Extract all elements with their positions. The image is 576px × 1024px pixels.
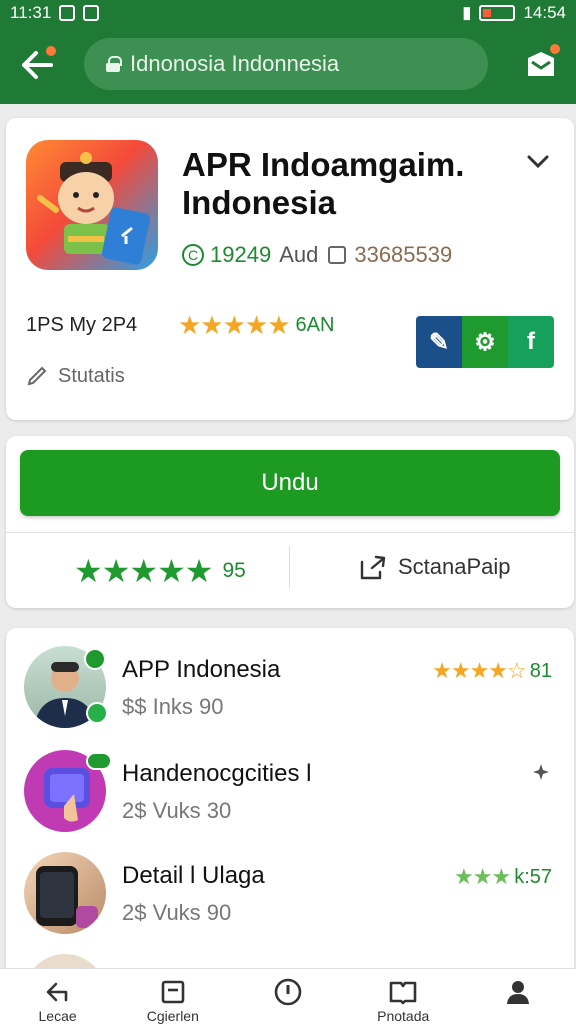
list-item-subtitle: 2$ Vuks 30 (122, 798, 232, 823)
app-download-count: 33685539 (354, 242, 453, 267)
nav-info[interactable] (230, 969, 345, 1024)
download-button[interactable]: Undu (20, 450, 560, 516)
pencil-button[interactable]: ✎ (416, 316, 462, 368)
status-time: 11:31 (10, 3, 52, 22)
nav-profile[interactable] (461, 969, 576, 1024)
list-item-title: Handenocgcities l (122, 760, 312, 787)
list-item-subtitle: $$ Inks 90 (122, 694, 224, 719)
status-label: Stutatis (58, 364, 125, 387)
nav-documents[interactable]: Cgierlen (115, 969, 230, 1024)
bottom-navigation: Lecae Cgierlen Pnotada (0, 968, 576, 1024)
character-illustration (37, 152, 151, 265)
smartphone-illustration (36, 866, 98, 928)
related-apps-list: APP Indonesia $$ Inks 90 ★★★★☆ 81 Handen… (6, 628, 574, 1024)
list-item-rating[interactable] (530, 762, 552, 786)
status-bar: 11:31 ▮ 14:54 (0, 0, 576, 26)
app-meta: C 19249 Aud 33685539 (182, 242, 452, 268)
pencil-icon: ✎ (428, 328, 450, 356)
signal-icon: ▮ (462, 3, 472, 22)
edit-icon (27, 366, 47, 386)
app-version: 19249 (210, 242, 272, 267)
back-button[interactable] (16, 44, 58, 86)
app-type: Aud (279, 242, 319, 267)
nav-back[interactable]: Lecae (0, 969, 115, 1024)
nav-label: Lecae (38, 1008, 77, 1024)
nav-library[interactable]: Pnotada (346, 969, 461, 1024)
address-bar[interactable]: Idnonosia Indonnesia (84, 38, 488, 90)
facebook-icon: f (527, 328, 535, 355)
app-date: 1PS My 2P4 (26, 314, 138, 336)
app-info-card: APR Indoamgaim. Indonesia C 19249 Aud 33… (6, 118, 574, 420)
tabs-button[interactable] (524, 44, 560, 82)
list-item-title: Detail l Ulaga (122, 862, 265, 889)
list-item[interactable]: APP Indonesia $$ Inks 90 ★★★★☆ 81 (6, 628, 574, 728)
document-icon (158, 977, 188, 1006)
rating-stars: ★★★ (454, 864, 511, 889)
battery-icon (479, 5, 516, 21)
rating-value: k:57 (514, 865, 552, 888)
nav-label: Cgierlen (146, 1008, 199, 1024)
divider (6, 532, 574, 533)
status-clock: 14:54 (523, 3, 566, 22)
chat-badge (86, 702, 108, 724)
facebook-button[interactable]: f (508, 316, 554, 368)
list-item[interactable]: Handenocgcities l 2$ Vuks 30 (6, 732, 574, 832)
url-text: Idnonosia Indonnesia (130, 51, 340, 76)
profile-icon (503, 977, 533, 1007)
notification-dot (46, 46, 56, 56)
sparkle-icon (533, 764, 549, 780)
list-item-title: APP Indonesia (122, 656, 281, 683)
photo-notification-icon (83, 5, 100, 21)
list-item-rating: ★★★ k:57 (454, 864, 552, 890)
chevron-down-icon (527, 155, 549, 169)
share-label: SctanaPaip (398, 554, 511, 579)
rating-value: 81 (529, 659, 552, 682)
expand-button[interactable] (524, 148, 552, 176)
back-arrow-icon (43, 977, 73, 1006)
app-title: APR Indoamgaim. Indonesia (182, 146, 465, 221)
verified-badge (84, 648, 106, 670)
app-status: Stutatis (26, 364, 125, 388)
book-icon (388, 977, 418, 1006)
notification-dot (550, 44, 560, 54)
rate-button[interactable]: ★★★★★ 95 (74, 552, 246, 590)
rating-stars: ★★★★★ (74, 553, 213, 589)
gear-button[interactable]: ⚙ (462, 316, 508, 368)
rating-value: 95 (222, 559, 246, 582)
rating-stars: ★★★★☆ (432, 658, 527, 683)
info-icon (273, 977, 303, 1007)
app-notification-icon (59, 5, 76, 21)
app-rating: ★★★★★ 6AN (178, 310, 334, 341)
app-bar: Idnonosia Indonnesia (0, 26, 576, 104)
nav-label: Pnotada (377, 1008, 430, 1024)
lock-icon (106, 56, 122, 72)
action-card: Undu ★★★★★ 95 SctanaPaip (6, 436, 574, 608)
package-icon (328, 246, 347, 264)
tool-buttons: ✎ ⚙ f (416, 316, 554, 368)
share-button[interactable]: SctanaPaip (358, 552, 511, 582)
avatar (24, 852, 106, 934)
divider (289, 546, 290, 588)
app-icon[interactable] (26, 140, 158, 270)
list-item-subtitle: 2$ Vuks 90 (122, 900, 232, 925)
share-icon (360, 555, 386, 580)
list-item-rating: ★★★★☆ 81 (432, 658, 552, 684)
list-item[interactable]: Detail l Ulaga 2$ Vuks 90 ★★★ k:57 (6, 834, 574, 934)
rating-stars: ★★★★★ (178, 310, 291, 340)
gear-icon: ⚙ (474, 328, 496, 356)
new-badge (86, 752, 112, 770)
rating-value: 6AN (295, 314, 335, 336)
copyright-icon: C (182, 244, 204, 266)
